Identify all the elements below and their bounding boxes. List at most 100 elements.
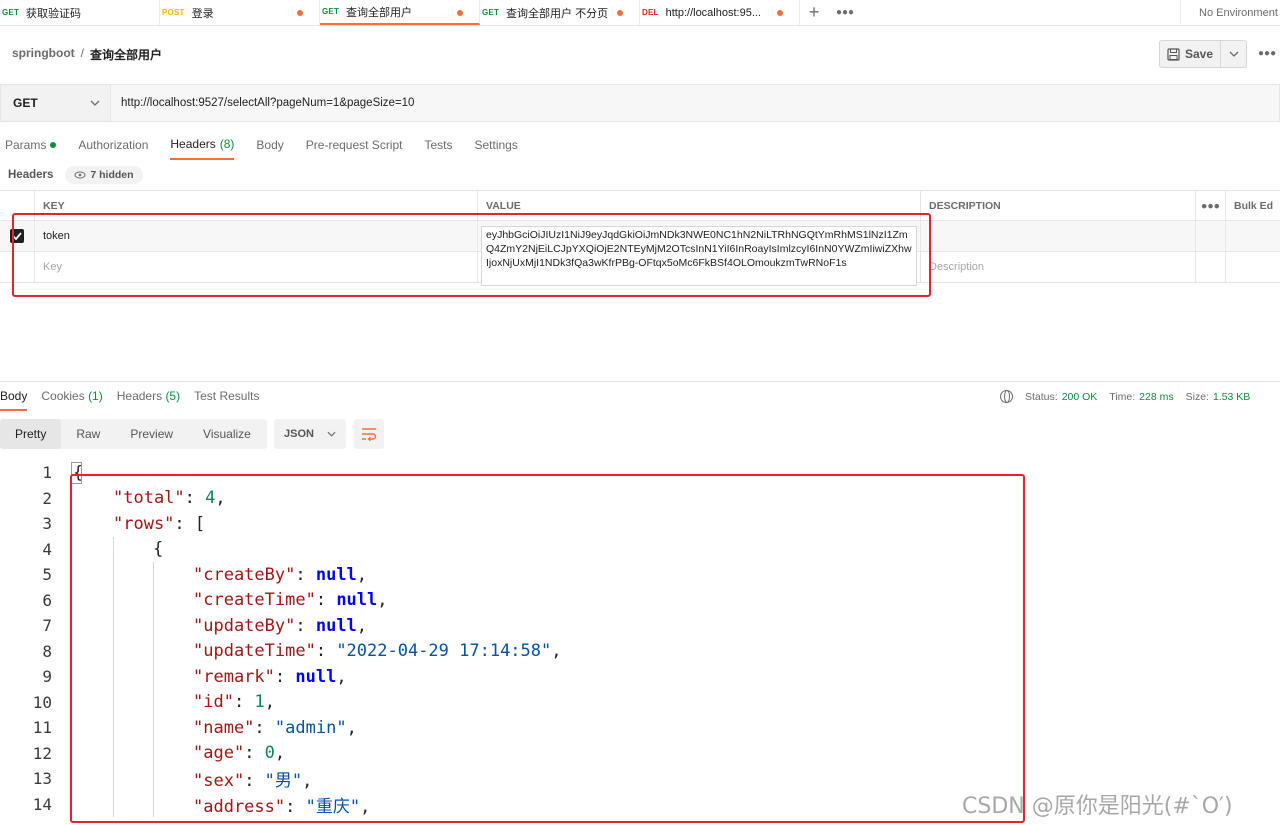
view-mode-raw[interactable]: Raw — [61, 419, 115, 449]
header-description-cell[interactable] — [921, 221, 1196, 251]
indent-guide — [153, 638, 154, 664]
header-checkbox-column — [0, 191, 35, 220]
indent-guide — [153, 715, 154, 741]
header-key-cell[interactable]: token — [35, 221, 478, 251]
tab-headers[interactable]: Headers (8) — [170, 137, 235, 160]
method-select[interactable]: GET — [0, 84, 110, 122]
column-options-icon[interactable]: ●●● — [1196, 191, 1226, 220]
wrap-lines-button[interactable] — [354, 419, 384, 449]
response-tab-headers-label: Headers — [116, 389, 163, 403]
chevron-down-icon — [327, 431, 336, 437]
code-token: , — [356, 564, 368, 585]
response-divider[interactable] — [0, 381, 1280, 382]
tab-prerequest-script[interactable]: Pre-request Script — [306, 137, 403, 160]
time-value[interactable]: 228 ms — [1139, 391, 1173, 403]
response-body-code[interactable]: 1{2 "total": 4, 3 "rows": [4{5 "createBy": n… — [0, 460, 1280, 817]
breadcrumb-request[interactable]: 查询全部用户 — [90, 46, 162, 63]
code-text: { — [153, 539, 163, 559]
tab-settings[interactable]: Settings — [475, 137, 518, 160]
header-enabled-checkbox[interactable] — [0, 221, 35, 251]
globe-icon[interactable] — [1000, 390, 1013, 403]
line-number: 3 — [42, 514, 52, 534]
url-input[interactable]: http://localhost:9527/selectAll?pageNum=… — [110, 84, 1280, 122]
save-options-chevron-icon[interactable] — [1221, 40, 1247, 68]
code-token: "2022-04-29 17:14:58" — [336, 641, 552, 662]
line-number: 5 — [42, 565, 52, 585]
chevron-down-icon — [90, 100, 100, 106]
unsaved-dot-icon — [777, 10, 783, 16]
indent-guide — [113, 638, 114, 664]
new-tab-icon[interactable]: + — [800, 0, 828, 25]
tab-params[interactable]: Params — [5, 137, 57, 160]
code-line: 11 "name": "admin", — [0, 715, 1280, 741]
row-spacer-end — [1226, 221, 1280, 251]
tab-tests[interactable]: Tests — [424, 137, 452, 160]
code-token: , — [336, 666, 347, 687]
breadcrumb-collection[interactable]: springboot — [12, 46, 75, 63]
response-tab-cookies-label: Cookies — [41, 389, 85, 403]
response-tab-body[interactable]: Body — [0, 389, 28, 411]
view-mode-preview[interactable]: Preview — [115, 419, 188, 449]
indent-guide — [153, 613, 154, 639]
code-text: "updateTime": "2022-04-29 17:14:58", — [193, 641, 562, 661]
code-text: "id": 1, — [193, 692, 275, 712]
response-status: Status: 200 OK Time: 228 ms Size: 1.53 K… — [1000, 390, 1258, 403]
size-value[interactable]: 1.53 KB — [1213, 391, 1250, 403]
tab-body[interactable]: Body — [256, 137, 283, 160]
code-text: "rows": [ — [113, 514, 205, 534]
code-token: null — [315, 564, 357, 585]
code-token: : — [233, 692, 255, 713]
save-button[interactable]: Save — [1159, 40, 1221, 68]
response-tab-test-results[interactable]: Test Results — [194, 389, 259, 411]
status-value[interactable]: 200 OK — [1062, 391, 1098, 403]
request-tab[interactable]: GET 获取验证码 — [0, 0, 160, 25]
new-key-input[interactable]: Key — [35, 252, 478, 282]
more-tabs-icon[interactable]: ●●● — [828, 0, 862, 25]
more-options-icon[interactable]: ●●● — [1258, 48, 1276, 59]
request-tab[interactable]: GET 查询全部用户 — [320, 0, 480, 25]
request-tab[interactable]: DEL http://localhost:95... — [640, 0, 800, 25]
save-label: Save — [1184, 47, 1214, 61]
response-tab-cookies[interactable]: Cookies (1) — [41, 389, 102, 411]
indent-guide — [113, 587, 114, 613]
size-label: Size: — [1185, 390, 1209, 403]
environment-selector[interactable]: No Environment — [1180, 0, 1280, 26]
tab-label: http://localhost:95... — [665, 6, 761, 19]
bulk-edit-link[interactable]: Bulk Ed — [1226, 191, 1280, 220]
code-text: "remark": null, — [193, 667, 347, 687]
code-token: "admin" — [274, 717, 347, 738]
code-token: null — [336, 590, 378, 611]
indent-guide — [153, 689, 154, 715]
code-token: 4 — [205, 488, 216, 509]
environment-label: No Environment — [1199, 7, 1278, 19]
code-token: , — [377, 590, 388, 611]
code-token: "age" — [193, 743, 245, 764]
code-token: : — [244, 743, 265, 764]
indent-guide — [113, 689, 114, 715]
indent-guide — [153, 740, 154, 766]
view-mode-visualize[interactable]: Visualize — [188, 419, 266, 449]
code-token: : — [184, 488, 206, 509]
tab-authorization[interactable]: Authorization — [78, 137, 148, 160]
request-tab[interactable]: GET 查询全部用户 不分页 — [480, 0, 640, 25]
code-token: , — [356, 615, 368, 636]
code-token: null — [315, 615, 357, 636]
code-token: "createBy" — [193, 564, 296, 585]
code-line: 10 "id": 1, — [0, 689, 1280, 715]
response-tab-headers[interactable]: Headers (5) — [117, 389, 180, 411]
code-line: 3 "rows": [ — [0, 511, 1280, 537]
token-value-editor[interactable]: eyJhbGciOiJIUzI1NiJ9eyJqdGkiOiJmNDk3NWE0… — [481, 226, 917, 286]
new-description-input[interactable]: Description — [921, 252, 1196, 282]
indent-guide — [153, 664, 154, 690]
request-tab[interactable]: POST 登录 — [160, 0, 320, 25]
code-token: "createTime" — [193, 590, 316, 611]
time-label: Time: — [1109, 390, 1136, 403]
code-token: , — [302, 771, 313, 792]
indent-guide — [113, 766, 114, 792]
unsaved-dot-icon — [297, 10, 303, 16]
save-icon — [1167, 47, 1180, 61]
view-mode-pretty[interactable]: Pretty — [0, 419, 62, 449]
tab-method: GET — [2, 8, 20, 17]
hidden-headers-toggle[interactable]: 7 hidden — [65, 166, 143, 184]
format-select[interactable]: JSON — [274, 419, 346, 449]
